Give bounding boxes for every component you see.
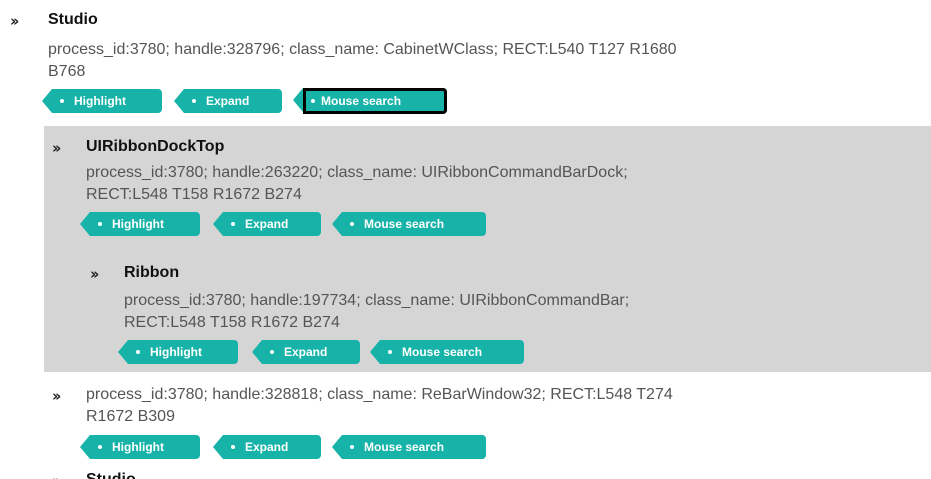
mouse-search-button[interactable]: Mouse search	[332, 212, 486, 236]
node-desc-ribbon-line2: RECT:L548 T158 R1672 B274	[124, 314, 340, 331]
bullet-icon	[350, 445, 354, 449]
mouse-search-button-label: Mouse search	[402, 345, 483, 359]
double-chevron-right-icon[interactable]: ››	[52, 472, 62, 479]
mouse-search-button[interactable]: Mouse search	[332, 435, 486, 459]
mouse-search-button[interactable]: Mouse search	[370, 340, 524, 364]
node-desc-ribbon-line1: process_id:3780; handle:197734; class_na…	[124, 292, 630, 309]
highlight-button-label: Highlight	[112, 440, 164, 454]
expand-button-label: Expand	[245, 217, 289, 231]
highlight-button-label: Highlight	[150, 345, 202, 359]
bullet-icon	[388, 350, 392, 354]
bullet-icon	[136, 350, 140, 354]
node-desc-ribbon-dock-line2: RECT:L548 T158 R1672 B274	[86, 186, 302, 203]
bullet-icon	[350, 222, 354, 226]
bullet-icon	[98, 445, 102, 449]
node-desc-studio-line1: process_id:3780; handle:328796; class_na…	[48, 41, 677, 58]
highlight-button[interactable]: Highlight	[42, 89, 162, 113]
bullet-icon	[60, 99, 64, 103]
expand-button[interactable]: Expand	[174, 89, 282, 113]
node-desc-rebar-line2: R1672 B309	[86, 408, 175, 425]
node-desc-studio-line2: B768	[48, 63, 86, 80]
expand-button[interactable]: Expand	[252, 340, 360, 364]
node-desc-ribbon-dock-line1: process_id:3780; handle:263220; class_na…	[86, 164, 628, 181]
double-chevron-right-icon[interactable]: ››	[52, 387, 62, 405]
node-desc-rebar-line1: process_id:3780; handle:328818; class_na…	[86, 386, 673, 403]
expand-button[interactable]: Expand	[213, 435, 321, 459]
bullet-icon	[231, 222, 235, 226]
highlight-button[interactable]: Highlight	[118, 340, 238, 364]
bullet-icon	[192, 99, 196, 103]
mouse-search-button-label: Mouse search	[364, 217, 445, 231]
expand-button-label: Expand	[284, 345, 328, 359]
highlight-button[interactable]: Highlight	[80, 212, 200, 236]
highlight-button-label: Highlight	[112, 217, 164, 231]
expand-button[interactable]: Expand	[213, 212, 321, 236]
expand-button-label: Expand	[206, 94, 250, 108]
double-chevron-right-icon[interactable]: ››	[10, 12, 20, 30]
highlight-button-label: Highlight	[74, 94, 126, 108]
bullet-icon	[270, 350, 274, 354]
mouse-search-button-label: Mouse search	[364, 440, 445, 454]
expand-button-label: Expand	[245, 440, 289, 454]
bullet-icon	[231, 445, 235, 449]
node-title-ribbon: Ribbon	[124, 264, 180, 281]
mouse-search-button[interactable]: Mouse search	[293, 88, 447, 114]
double-chevron-right-icon[interactable]: ››	[90, 265, 100, 283]
ui-tree-view: ›› Studio process_id:3780; handle:328796…	[0, 0, 931, 479]
node-title-ribbon-dock: UIRibbonDockTop	[86, 138, 225, 155]
highlight-button[interactable]: Highlight	[80, 435, 200, 459]
mouse-search-button-label: Mouse search	[321, 94, 402, 108]
bullet-icon	[98, 222, 102, 226]
node-title-studio-2: Studio	[86, 470, 136, 479]
double-chevron-right-icon[interactable]: ››	[52, 139, 62, 157]
node-title-studio: Studio	[48, 11, 98, 28]
bullet-icon	[311, 99, 315, 103]
